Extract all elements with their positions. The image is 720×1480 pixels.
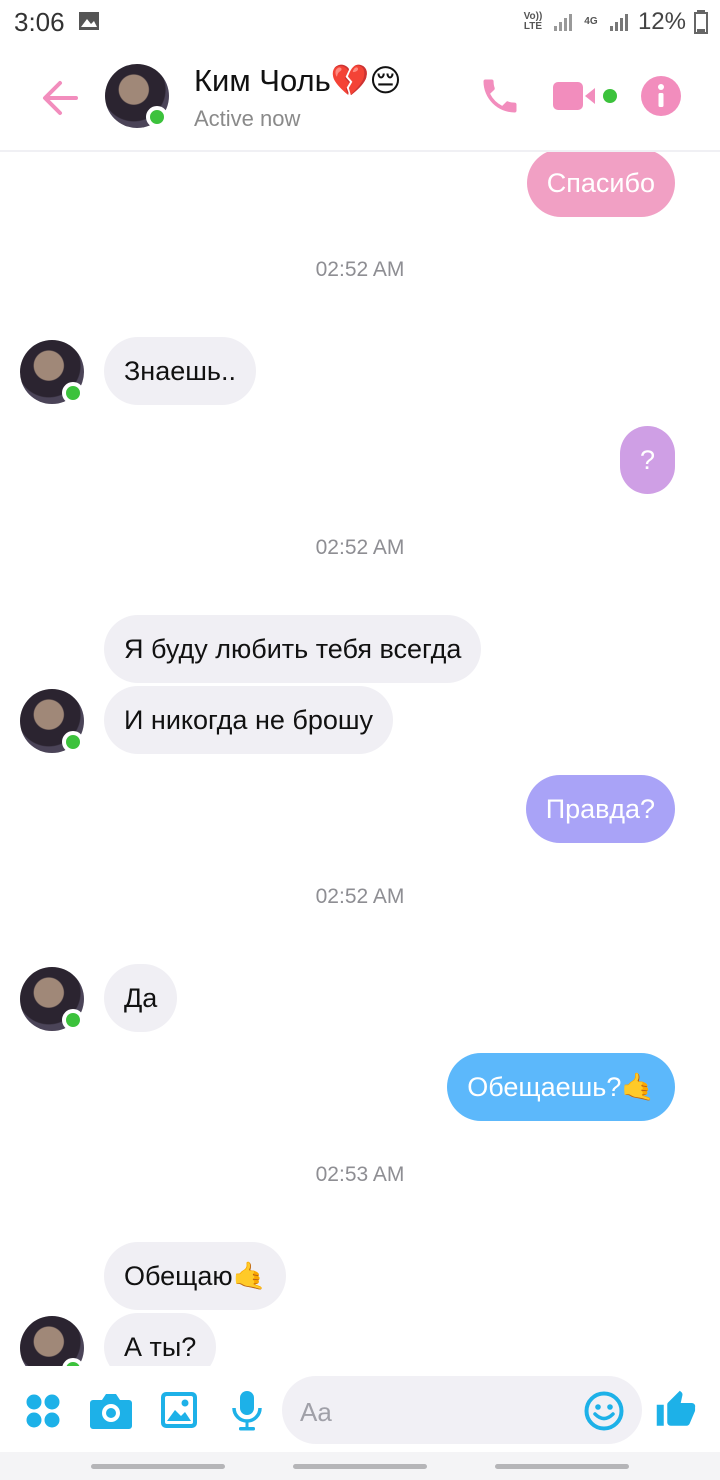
timestamp: 02:52 AM (315, 258, 405, 281)
contact-name[interactable]: Ким Чоль💔😔 (194, 62, 402, 99)
battery-percent: 12% (637, 8, 686, 35)
arrow-left-icon[interactable] (40, 78, 80, 118)
timestamp: 02:53 AM (315, 1163, 405, 1186)
message-input-placeholder: Aa (300, 1397, 332, 1427)
image-notification-icon (79, 12, 99, 30)
message-outgoing[interactable]: Обещаешь?🤙 (447, 1053, 675, 1121)
online-indicator (62, 731, 84, 753)
conversation-header: Ким Чоль💔😔 Active now (0, 44, 720, 152)
timestamp: 02:52 AM (315, 885, 405, 908)
message-incoming[interactable]: И никогда не брошу (104, 686, 394, 754)
status-icons: Vo)) LTE 4G 12% (522, 8, 708, 36)
message-incoming[interactable]: Да (104, 964, 178, 1032)
composer-bar: Aa (0, 1366, 720, 1452)
video-call-icon[interactable] (553, 80, 619, 112)
network-type-label: 4G (584, 16, 598, 27)
active-status: Active now (194, 106, 301, 131)
signal-icon (553, 14, 572, 31)
emoji-icon[interactable] (584, 1391, 624, 1431)
message-outgoing[interactable]: Спасибо (526, 152, 675, 217)
message-outgoing[interactable]: Правда? (525, 775, 675, 843)
online-indicator (62, 382, 84, 404)
volte-label: Vo)) LTE (523, 11, 543, 32)
message-incoming[interactable]: Я буду любить тебя всегда (104, 615, 482, 683)
thumbs-up-icon[interactable] (655, 1388, 697, 1432)
nav-back-handle[interactable] (495, 1464, 629, 1469)
battery-icon (694, 10, 708, 34)
system-navigation-bar (0, 1452, 720, 1480)
message-incoming[interactable]: Знаешь.. (104, 337, 256, 405)
timestamp: 02:52 AM (315, 536, 405, 559)
message-outgoing[interactable]: ? (619, 426, 675, 494)
online-indicator (62, 1009, 84, 1031)
phone-icon[interactable] (478, 74, 522, 118)
online-indicator (146, 106, 168, 128)
info-icon[interactable] (641, 76, 681, 116)
apps-icon[interactable] (25, 1393, 61, 1429)
nav-recent-handle[interactable] (91, 1464, 225, 1469)
camera-icon[interactable] (89, 1392, 133, 1430)
gallery-icon[interactable] (160, 1391, 198, 1429)
nav-home-handle[interactable] (293, 1464, 427, 1469)
microphone-icon[interactable] (230, 1390, 264, 1432)
message-incoming[interactable]: Обещаю🤙 (104, 1242, 287, 1310)
message-list[interactable]: Спасибо 02:52 AM Знаешь.. ? 02:52 AM Я б… (0, 152, 720, 1366)
signal-icon-2 (609, 14, 628, 31)
status-bar: 3:06 Vo)) LTE 4G 12% (0, 0, 720, 44)
message-incoming[interactable]: А ты? (104, 1313, 217, 1366)
clock: 3:06 (14, 7, 65, 37)
